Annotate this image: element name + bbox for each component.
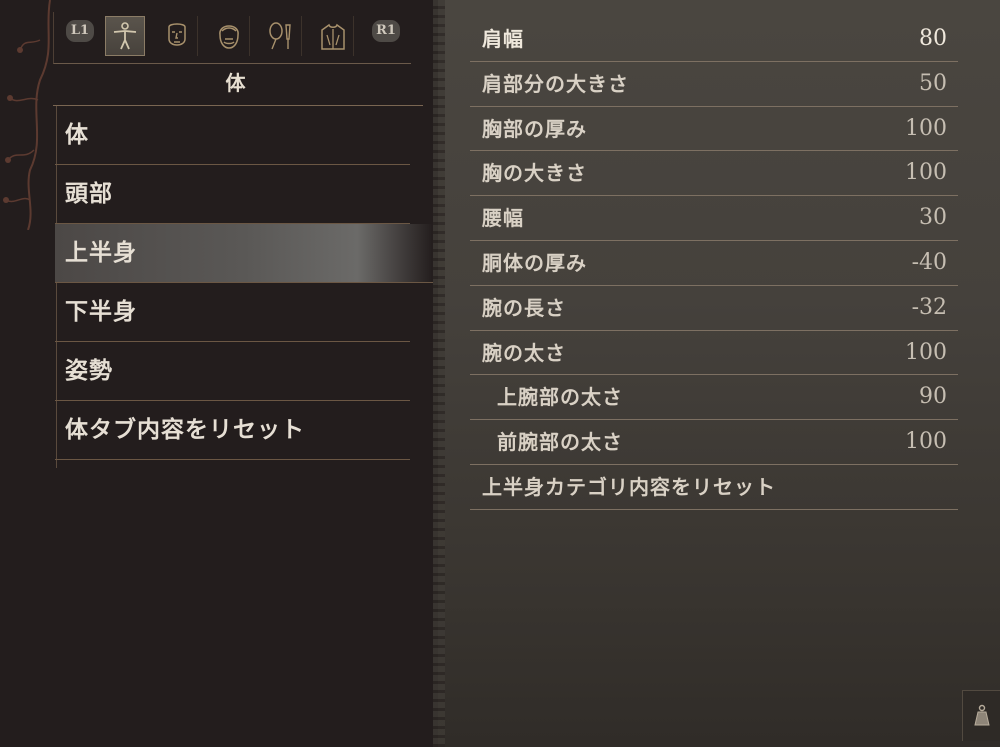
corner-button[interactable] [962,690,1000,741]
menu-item-head[interactable]: 頭部 [55,165,410,224]
l1-button[interactable]: L1 [66,20,94,42]
menu-item-lower-body[interactable]: 下半身 [55,283,410,342]
tab-body[interactable] [105,16,145,56]
stat-label: 上半身カテゴリ内容をリセット [482,474,776,499]
reset-upper-body-button[interactable]: 上半身カテゴリ内容をリセット [470,465,958,510]
stat-label: 前腕部の太さ [497,430,623,455]
stat-value: 100 [905,160,947,186]
stat-value: -32 [911,294,947,320]
tab-title: 体 [225,71,246,95]
stat-value: 90 [919,384,947,410]
body-figure-icon [113,22,137,50]
tab-makeup[interactable] [261,16,302,56]
stat-label: 胸部の厚み [482,116,587,141]
tab-face[interactable] [157,16,198,56]
tab-hair[interactable] [209,16,250,56]
stat-row-forearm-thickness[interactable]: 前腕部の太さ 100 [470,420,958,465]
character-creator-screen: L1 R1 体 体 頭部 上半身 下半身 姿勢 体タブ内容をリセット 肩幅 80… [0,0,1000,747]
stat-value: 50 [919,70,947,96]
tab-torso[interactable] [313,16,354,56]
stat-row-waist-width[interactable]: 腰幅 30 [470,196,958,241]
stat-row-chest-size[interactable]: 胸の大きさ 100 [470,151,958,197]
makeup-brush-icon [269,22,291,50]
stat-row-shoulder-width[interactable]: 肩幅 80 [470,17,958,62]
stat-value: 30 [919,205,947,231]
category-menu: 体 頭部 上半身 下半身 姿勢 体タブ内容をリセット [55,106,433,460]
stat-row-arm-thickness[interactable]: 腕の太さ 100 [470,331,958,376]
stat-value: 80 [919,26,947,51]
left-panel: L1 R1 体 体 頭部 上半身 下半身 姿勢 体タブ内容をリセット [0,0,440,747]
stat-label: 胴体の厚み [482,250,587,275]
stat-label: 腰幅 [482,206,524,231]
menu-item-reset-tab[interactable]: 体タブ内容をリセット [55,401,410,460]
stat-row-chest-thickness[interactable]: 胸部の厚み 100 [470,107,958,152]
stat-value: 100 [905,339,947,365]
upper-body-sliders: 肩幅 80 肩部分の大きさ 50 胸部の厚み 100 胸の大きさ 100 腰幅 … [470,17,958,510]
menu-item-upper-body[interactable]: 上半身 [55,224,433,283]
face-icon [168,23,186,46]
stat-label: 肩部分の大きさ [482,71,629,96]
stat-label: 腕の長さ [482,295,566,320]
bell-icon [974,704,990,726]
menu-item-posture[interactable]: 姿勢 [55,342,410,401]
stat-label: 胸の大きさ [482,161,587,186]
hair-head-icon [219,25,239,49]
stat-value: 100 [905,115,947,141]
stat-row-shoulder-size[interactable]: 肩部分の大きさ 50 [470,62,958,107]
stat-row-torso-thickness[interactable]: 胴体の厚み -40 [470,241,958,286]
r1-button[interactable]: R1 [372,20,400,42]
menu-item-body[interactable]: 体 [55,106,410,165]
stat-row-arm-length[interactable]: 腕の長さ -32 [470,286,958,331]
stat-label: 上腕部の太さ [497,385,623,410]
stat-label: 肩幅 [482,27,524,51]
stat-label: 腕の太さ [482,340,566,365]
stat-value: -40 [911,249,947,275]
stat-row-upper-arm-thickness[interactable]: 上腕部の太さ 90 [470,375,958,421]
stat-value: 100 [905,429,947,455]
torso-clothing-icon [321,23,345,50]
